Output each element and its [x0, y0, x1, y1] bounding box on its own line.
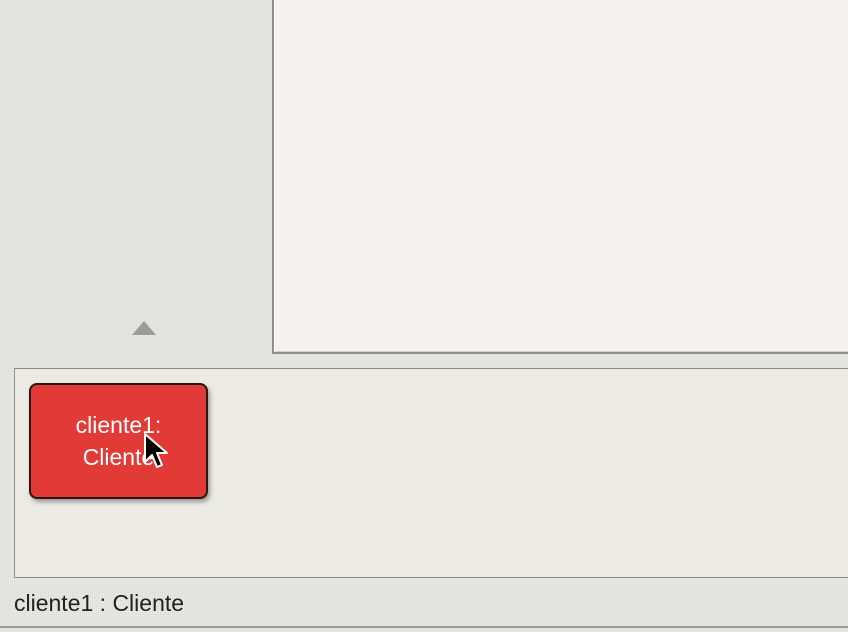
status-bar: cliente1 : Cliente — [14, 590, 185, 616]
pane-splitter[interactable] — [265, 0, 272, 356]
object-bench: cliente1: Cliente — [14, 368, 848, 578]
triangle-up-icon[interactable] — [132, 321, 156, 335]
class-list-pane — [0, 0, 265, 356]
object-name-label: cliente1: — [75, 412, 162, 438]
object-class-label: Cliente — [82, 444, 155, 470]
class-diagram-canvas[interactable] — [272, 0, 848, 354]
object-card-cliente1[interactable]: cliente1: Cliente — [29, 383, 208, 499]
window-bottom-divider — [0, 626, 848, 628]
